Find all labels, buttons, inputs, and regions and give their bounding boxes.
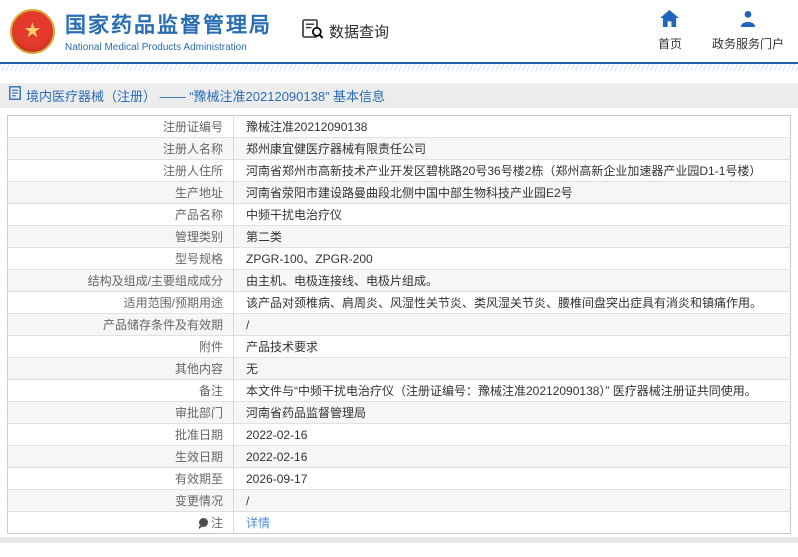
row-label: 注 xyxy=(7,511,234,534)
breadcrumb: 境内医疗器械（注册） —— “豫械注准20212090138” 基本信息 xyxy=(0,83,798,108)
row-label: 生效日期 xyxy=(7,445,234,468)
data-query-label: 数据查询 xyxy=(329,23,390,41)
document-icon xyxy=(9,86,21,105)
header-nav: 首页 政务服务门户 xyxy=(658,10,784,52)
nav-item-home[interactable]: 首页 xyxy=(658,10,682,52)
table-row: 注详情 xyxy=(7,511,791,534)
row-value: 详情 xyxy=(233,511,791,534)
data-query-section[interactable]: 数据查询 xyxy=(302,18,390,44)
table-row: 产品储存条件及有效期 / xyxy=(7,313,791,336)
row-label: 管理类别 xyxy=(7,225,234,248)
row-label: 附件 xyxy=(7,335,234,358)
row-value: 豫械注准20212090138 xyxy=(233,115,791,138)
table-row: 其他内容无 xyxy=(7,357,791,380)
decorative-stripe-band xyxy=(0,64,798,71)
table-row: 注册证编号 豫械注准20212090138 xyxy=(7,115,791,138)
row-label: 注册证编号 xyxy=(162,119,223,134)
site-title-en: National Medical Products Administration xyxy=(65,42,247,53)
table-row: 有效期至 2026-09-17 xyxy=(7,467,791,490)
table-row: 批准日期 2022-02-16 xyxy=(7,423,791,446)
table-row: 生效日期 2022-02-16 xyxy=(7,445,791,468)
row-value: / xyxy=(233,313,791,336)
row-value: 第二类 xyxy=(233,225,791,248)
table-row: 注册人住所 河南省郑州市高新技术产业开发区碧桃路20号36号楼2栋（郑州高新企业加… xyxy=(7,159,791,182)
nav-item-gov-portal[interactable]: 政务服务门户 xyxy=(712,10,784,52)
row-value: 河南省郑州市高新技术产业开发区碧桃路20号36号楼2栋（郑州高新企业加速器产业园… xyxy=(233,159,791,182)
row-value: 中频干扰电治疗仪 xyxy=(233,203,791,226)
row-value: 郑州康宜健医疗器械有限责任公司 xyxy=(233,137,791,160)
detail-link[interactable]: 详情 xyxy=(246,516,270,530)
row-value: ZPGR-100、ZPGR-200 xyxy=(233,247,791,270)
row-value: 2026-09-17 xyxy=(233,467,791,490)
row-label: 生产地址 xyxy=(7,181,234,204)
site-title-cn: 国家药品监督管理局 xyxy=(65,14,272,37)
row-value: 本文件与“中频干扰电治疗仪（注册证编号：豫械注准20212090138）” 医疗… xyxy=(233,379,791,402)
row-value: 2022-02-16 xyxy=(233,445,791,468)
row-label: 注册人住所 xyxy=(7,159,234,182)
table-row: 生产地址 河南省荥阳市建设路曼曲段北侧中国中部生物科技产业园E2号 xyxy=(7,181,791,204)
info-table-body: 注册证编号 豫械注准20212090138 注册人名称 郑州康宜健医疗器械有限责任公司… xyxy=(7,115,791,534)
row-label: 适用范围/预期用途 xyxy=(7,291,234,314)
footer-strip xyxy=(0,537,798,543)
registration-info-table: 注册证编号 豫械注准20212090138 注册人名称 郑州康宜健医疗器械有限责任公司… xyxy=(7,115,791,534)
row-label: 审批部门 xyxy=(7,401,234,424)
row-value: 河南省药品监督管理局 xyxy=(233,401,791,424)
row-label: 注册人名称 xyxy=(7,137,234,160)
table-row: 审批部门 河南省药品监督管理局 xyxy=(7,401,791,424)
table-row: 备注 本文件与“中频干扰电治疗仪（注册证编号：豫械注准20212090138）” … xyxy=(7,379,791,402)
row-label: 其他内容 xyxy=(7,357,234,380)
user-icon xyxy=(739,10,757,32)
nav-label-gov-portal: 政务服务门户 xyxy=(711,37,784,51)
table-row: 适用范围/预期用途 该产品对颈椎病、肩周炎、风湿性关节炎、类风湿关节炎、腰椎间盘突… xyxy=(7,291,791,314)
row-label: 产品储存条件及有效期 xyxy=(7,313,234,336)
row-value: 产品技术要求 xyxy=(233,335,791,358)
brand-block: 国家药品监督管理局 National Medical Products Admi… xyxy=(65,9,272,53)
row-value: 该产品对颈椎病、肩周炎、风湿性关节炎、类风湿关节炎、腰椎间盘突出症具有消炎和镇痛… xyxy=(233,291,791,314)
table-row: 注册人名称 郑州康宜健医疗器械有限责任公司 xyxy=(7,137,791,160)
row-value: / xyxy=(233,489,791,512)
table-row: 产品名称 中频干扰电治疗仪 xyxy=(7,203,791,226)
document-search-icon xyxy=(302,18,324,44)
row-value: 无 xyxy=(233,357,791,380)
row-value: 河南省荥阳市建设路曼曲段北侧中国中部生物科技产业园E2号 xyxy=(233,181,791,204)
table-row: 结构及组成/主要组成成分 由主机、电极连接线、电极片组成。 xyxy=(7,269,791,292)
table-row: 型号规格 ZPGR-100、ZPGR-200 xyxy=(7,247,791,270)
national-emblem-logo: ★ xyxy=(10,8,55,54)
row-value: 由主机、电极连接线、电极片组成。 xyxy=(233,269,791,292)
note-icon xyxy=(198,517,208,529)
site-header: ★ 国家药品监督管理局 National Medical Products Ad… xyxy=(0,0,798,62)
table-row: 附件 产品技术要求 xyxy=(7,335,791,358)
row-label: 型号规格 xyxy=(7,247,234,270)
row-label: 批准日期 xyxy=(7,423,234,446)
row-label: 结构及组成/主要组成成分 xyxy=(7,269,234,292)
table-row: 变更情况 / xyxy=(7,489,791,512)
page-title: 境内医疗器械（注册） —— “豫械注准20212090138” 基本信息 xyxy=(26,89,386,104)
row-label: 产品名称 xyxy=(7,203,234,226)
row-label: 备注 xyxy=(7,379,234,402)
row-label: 变更情况 xyxy=(7,489,234,512)
row-value: 2022-02-16 xyxy=(233,423,791,446)
home-icon xyxy=(660,10,680,32)
row-label: 有效期至 xyxy=(7,467,234,490)
table-row: 管理类别 第二类 xyxy=(7,225,791,248)
page: ★ 国家药品监督管理局 National Medical Products Ad… xyxy=(0,0,798,557)
nav-label-home: 首页 xyxy=(657,37,682,51)
